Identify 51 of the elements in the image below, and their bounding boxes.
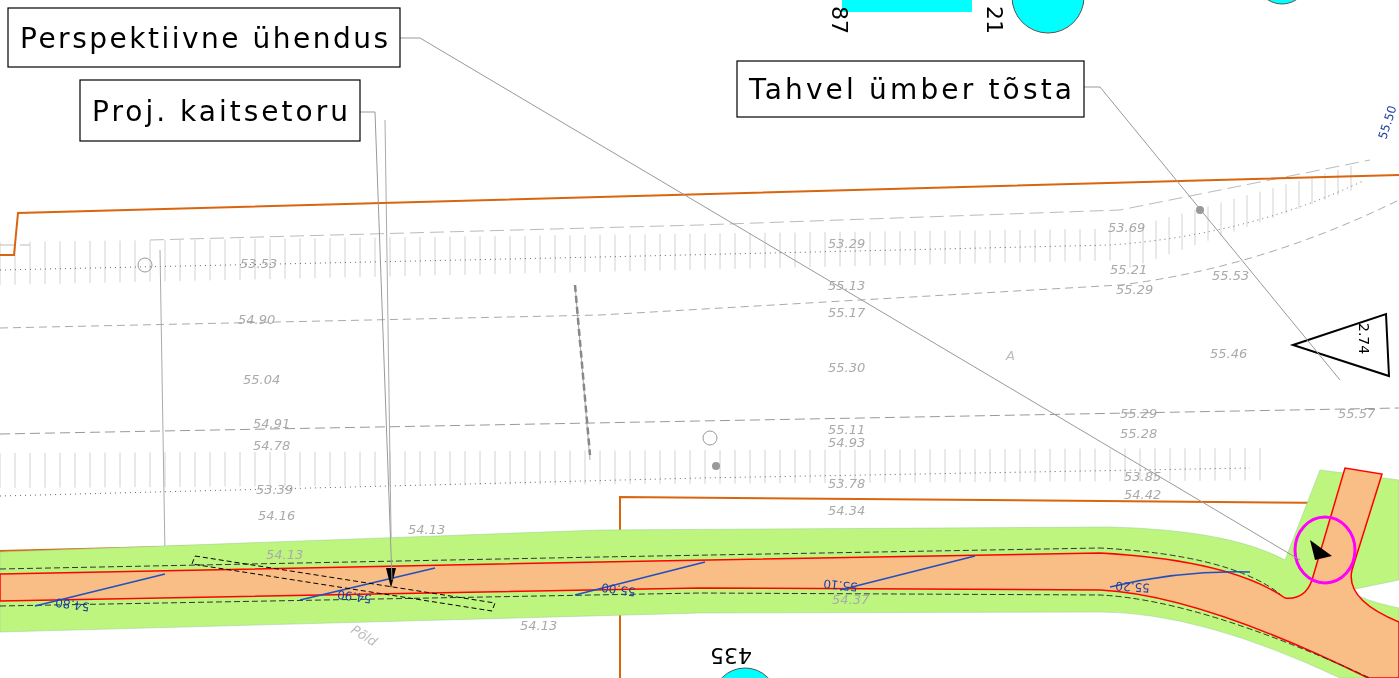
elevation-label: 55.29	[1116, 282, 1154, 297]
elevation-label: 55.21	[1110, 262, 1148, 277]
elevation-label: 54.78	[253, 438, 291, 453]
arrow-marker-icon	[1310, 540, 1332, 560]
dimension-label: 2.74	[1356, 323, 1372, 355]
elevation-label: 55.57	[1338, 406, 1376, 421]
design-elevation-label: 55.20	[1114, 578, 1151, 595]
elevation-label: 55.29	[1120, 406, 1158, 421]
arrow-marker-icon	[386, 568, 396, 588]
area-label: Põld	[348, 621, 380, 650]
sign-number: 435	[710, 643, 752, 668]
elevation-label: 55.11	[828, 422, 866, 437]
sign-number: 87	[827, 6, 852, 34]
design-elevation-label: 55.00	[600, 580, 637, 599]
design-elevation-label: 54.90	[336, 587, 373, 606]
design-elevation-label: 55.50	[1375, 103, 1399, 141]
elevation-label: 54.13	[408, 522, 446, 537]
elevation-label: 53.53	[240, 256, 278, 271]
sign-number: 21	[982, 6, 1007, 34]
post-icon	[1196, 206, 1204, 214]
elevation-label: 54.16	[258, 508, 296, 523]
elevation-label: 54.13	[520, 618, 558, 633]
elevation-label: 53.39	[256, 482, 294, 497]
design-elevation-label: 54.80	[54, 595, 91, 614]
elevation-label: 54.34	[828, 503, 866, 518]
manhole-icon	[702, 430, 718, 446]
elevation-label: 55.46	[1210, 346, 1248, 361]
elevation-label: 53.29	[828, 236, 866, 251]
elevation-label: 55.17	[828, 305, 866, 320]
manhole-icon	[137, 257, 153, 273]
callout-label: Proj. kaitsetoru	[79, 79, 361, 142]
elevation-label: 54.37	[832, 592, 870, 607]
elevation-label: 54.13	[266, 547, 304, 562]
elevation-label: 54.91	[253, 416, 291, 431]
elevation-label: 54.42	[1124, 487, 1162, 502]
callout-label: Tahvel ümber tõsta	[736, 60, 1085, 118]
elevation-label: 54.90	[238, 312, 276, 327]
callout-label: Perspektiivne ühendus	[7, 7, 401, 68]
markup-circle	[1293, 515, 1357, 585]
elevation-label: 54.93	[828, 435, 866, 450]
elevation-label: 55.28	[1120, 426, 1158, 441]
design-elevation-label: 55.10	[822, 576, 859, 594]
elevation-label: 53.85	[1124, 469, 1162, 484]
point-label: A	[1006, 348, 1015, 363]
elevation-label: 55.04	[243, 372, 281, 387]
elevation-label: 53.69	[1108, 220, 1146, 235]
elevation-label: 55.53	[1212, 268, 1250, 283]
post-icon	[712, 462, 720, 470]
elevation-label: 55.30	[828, 360, 866, 375]
elevation-label: 53.78	[828, 476, 866, 491]
road-sign-icon	[1011, 0, 1085, 34]
